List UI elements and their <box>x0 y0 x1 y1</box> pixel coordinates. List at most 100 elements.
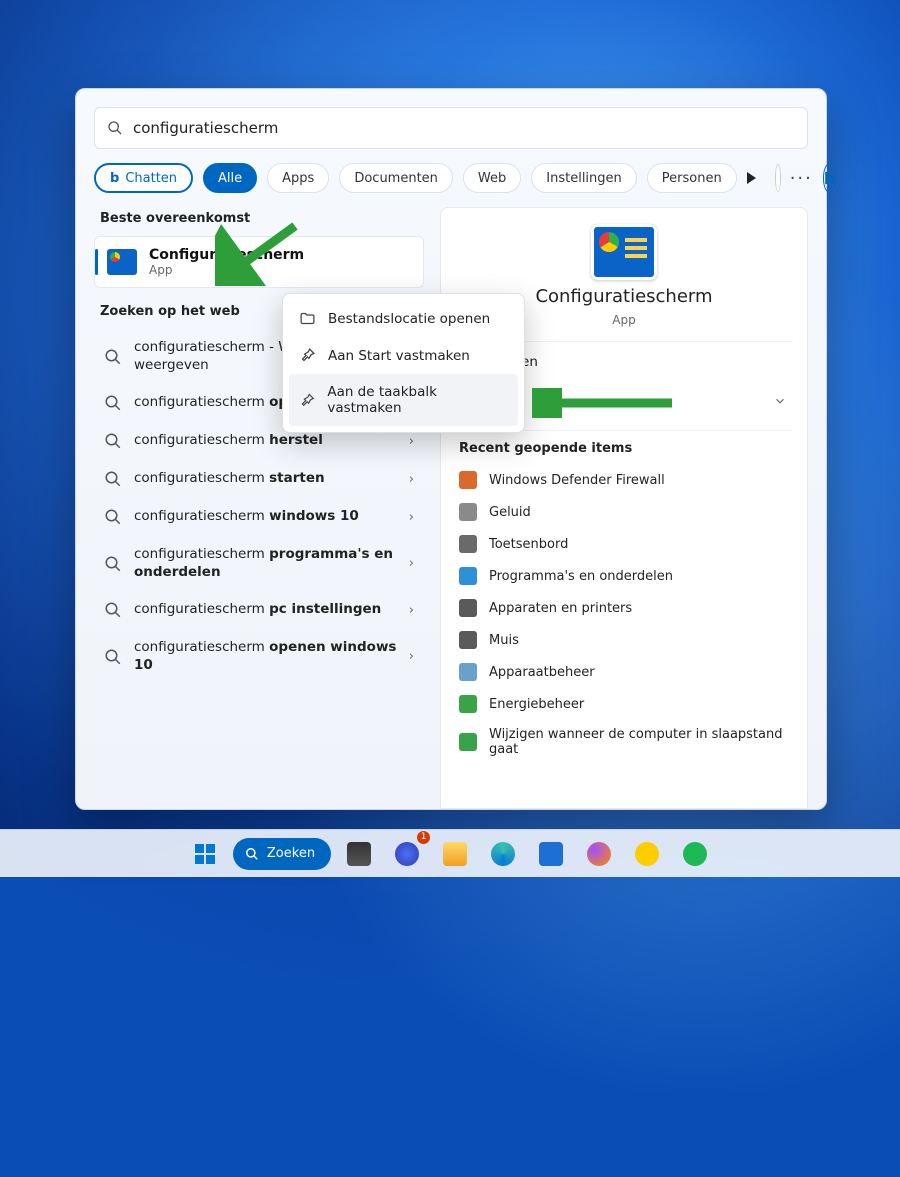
taskbar-search[interactable]: Zoeken <box>233 838 331 870</box>
recent-item-icon <box>459 733 477 751</box>
search-window: b Chatten Alle Apps Documenten Web Inste… <box>75 88 827 810</box>
context-pin-taskbar[interactable]: Aan de taakbalk vastmaken <box>289 374 518 426</box>
control-panel-large-icon <box>591 224 657 280</box>
search-icon <box>107 120 123 136</box>
filter-all[interactable]: Alle <box>203 163 257 193</box>
task-view-icon <box>347 842 371 866</box>
chevron-right-icon: › <box>409 556 414 571</box>
recent-item-label: Toetsenbord <box>489 537 568 552</box>
firefox-icon <box>587 842 611 866</box>
best-match-header: Beste overeenkomst <box>100 211 424 226</box>
chevron-right-icon: › <box>409 603 414 618</box>
chevron-right-icon: › <box>409 649 414 664</box>
search-box[interactable] <box>94 107 808 149</box>
user-avatar[interactable] <box>776 165 780 191</box>
control-panel-icon <box>107 249 137 275</box>
edge-icon <box>491 842 515 866</box>
recent-item[interactable]: Muis <box>455 624 793 656</box>
chevron-down-icon <box>773 394 787 408</box>
filter-people[interactable]: Personen <box>647 163 737 193</box>
recent-item-icon <box>459 471 477 489</box>
web-result-item[interactable]: configuratiescherm openen windows 10 › <box>94 629 424 684</box>
filter-apps[interactable]: Apps <box>267 163 329 193</box>
context-item-label: Bestandslocatie openen <box>328 311 490 327</box>
recent-list: Windows Defender Firewall Geluid Toetsenbo… <box>455 464 793 764</box>
web-result-text: configuratiescherm pc instellingen <box>134 601 397 619</box>
best-match-title: Configuratiescherm <box>149 247 304 263</box>
task-view-button[interactable] <box>339 834 379 874</box>
edge-button[interactable] <box>483 834 523 874</box>
chat-icon <box>395 842 419 866</box>
recent-item-label: Geluid <box>489 505 531 520</box>
filter-chat[interactable]: b Chatten <box>94 163 193 193</box>
recent-item[interactable]: Toetsenbord <box>455 528 793 560</box>
recent-item-label: Energiebeheer <box>489 697 584 712</box>
filter-web[interactable]: Web <box>463 163 521 193</box>
recent-item-label: Programma's en onderdelen <box>489 569 673 584</box>
recent-item-icon <box>459 503 477 521</box>
web-result-item[interactable]: configuratiescherm pc instellingen › <box>94 591 424 629</box>
filter-settings[interactable]: Instellingen <box>531 163 637 193</box>
context-item-label: Aan de taakbalk vastmaken <box>327 384 508 416</box>
search-icon <box>104 508 122 526</box>
recent-item-icon <box>459 631 477 649</box>
filter-chat-label: Chatten <box>125 171 177 186</box>
recent-item[interactable]: Energiebeheer <box>455 688 793 720</box>
web-result-text: configuratiescherm starten <box>134 470 397 488</box>
store-button[interactable] <box>531 834 571 874</box>
scroll-right-icon[interactable] <box>747 172 756 184</box>
search-icon <box>245 847 259 861</box>
taskbar: Zoeken <box>0 829 900 877</box>
web-result-text: configuratiescherm herstel <box>134 432 397 450</box>
search-icon <box>104 601 122 619</box>
recent-header: Recent geopende items <box>459 430 793 456</box>
more-options-icon[interactable]: ··· <box>790 168 813 189</box>
spotify-button[interactable] <box>675 834 715 874</box>
taskbar-search-label: Zoeken <box>267 846 315 861</box>
search-icon <box>104 432 122 450</box>
recent-item[interactable]: Windows Defender Firewall <box>455 464 793 496</box>
recent-item[interactable]: Programma's en onderdelen <box>455 560 793 592</box>
store-icon <box>539 842 563 866</box>
search-input[interactable] <box>133 119 795 137</box>
web-result-text: configuratiescherm programma's en onderd… <box>134 546 397 581</box>
explorer-button[interactable] <box>435 834 475 874</box>
spotify-icon <box>683 842 707 866</box>
recent-item-label: Apparaatbeheer <box>489 665 595 680</box>
context-item-label: Aan Start vastmaken <box>328 348 470 364</box>
recent-item[interactable]: Wijzigen wanneer de computer in slaapsta… <box>455 720 793 764</box>
context-pin-start[interactable]: Aan Start vastmaken <box>289 337 518 374</box>
best-match-subtitle: App <box>149 263 304 277</box>
chevron-right-icon: › <box>409 434 414 449</box>
best-match-result[interactable]: Configuratiescherm App <box>94 236 424 288</box>
web-result-item[interactable]: configuratiescherm programma's en onderd… <box>94 536 424 591</box>
folder-icon <box>299 310 316 327</box>
start-button[interactable] <box>185 834 225 874</box>
search-icon <box>104 470 122 488</box>
chevron-right-icon: › <box>409 510 414 525</box>
recent-item[interactable]: Apparaatbeheer <box>455 656 793 688</box>
firefox-button[interactable] <box>579 834 619 874</box>
chrome-canary-icon <box>635 842 659 866</box>
web-result-item[interactable]: configuratiescherm starten › <box>94 460 424 498</box>
filter-documents[interactable]: Documenten <box>339 163 453 193</box>
recent-item[interactable]: Apparaten en printers <box>455 592 793 624</box>
context-menu: Bestandslocatie openen Aan Start vastmak… <box>282 293 525 433</box>
preview-title: Configuratiescherm <box>535 286 712 307</box>
recent-item-icon <box>459 567 477 585</box>
context-open-location[interactable]: Bestandslocatie openen <box>289 300 518 337</box>
recent-item-icon <box>459 695 477 713</box>
windows-logo-icon <box>193 842 217 866</box>
chrome-canary-button[interactable] <box>627 834 667 874</box>
recent-item[interactable]: Geluid <box>455 496 793 528</box>
chevron-right-icon: › <box>409 472 414 487</box>
web-result-text: configuratiescherm openen windows 10 <box>134 639 397 674</box>
pin-icon <box>299 392 315 409</box>
recent-item-icon <box>459 663 477 681</box>
web-result-item[interactable]: configuratiescherm windows 10 › <box>94 498 424 536</box>
search-icon <box>104 394 122 412</box>
recent-item-label: Apparaten en printers <box>489 601 632 616</box>
chat-button[interactable] <box>387 834 427 874</box>
recent-item-icon <box>459 599 477 617</box>
recent-item-label: Windows Defender Firewall <box>489 473 665 488</box>
